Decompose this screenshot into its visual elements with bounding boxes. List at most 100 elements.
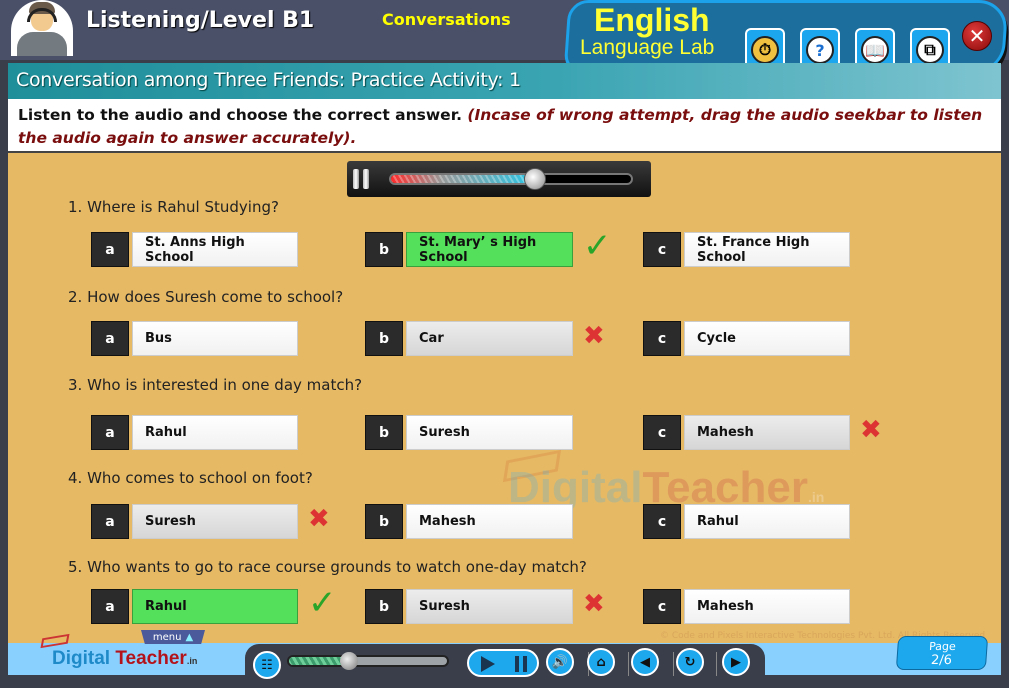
lesson-progress-handle[interactable] <box>339 652 358 670</box>
answer-option-b[interactable]: b Mahesh <box>365 504 573 539</box>
replay-icon: ↻ <box>684 654 696 670</box>
brand-english: English <box>594 2 710 38</box>
page-label: Page <box>928 640 957 653</box>
previous-button[interactable]: ◀ <box>631 648 659 676</box>
answer-option-a[interactable]: a St. Anns High School <box>91 232 298 267</box>
player-controls: ☷ 🔊 ⌂ ◀ ↻ ▶ <box>245 644 765 680</box>
close-button[interactable]: ✕ <box>962 21 992 51</box>
option-letter: c <box>643 321 681 356</box>
option-letter: b <box>365 232 403 267</box>
option-label: St. France High School <box>684 232 850 267</box>
audio-player <box>347 161 651 197</box>
close-icon: ✕ <box>968 24 986 48</box>
window-resize-icon: ⧉ <box>916 36 944 64</box>
option-letter: b <box>365 504 403 539</box>
answer-option-c[interactable]: c St. France High School <box>643 232 850 267</box>
book-icon: 📖 <box>861 36 889 64</box>
option-label: Rahul <box>132 589 298 624</box>
option-label: Rahul <box>684 504 850 539</box>
answer-option-b[interactable]: b St. Mary’ s High School <box>365 232 573 267</box>
home-icon: ⌂ <box>596 654 606 670</box>
pause-icon[interactable] <box>515 656 527 672</box>
menu-label: menu <box>152 631 182 643</box>
option-letter: c <box>643 589 681 624</box>
volume-button[interactable]: 🔊 <box>546 648 574 676</box>
correct-check-icon: ✓ <box>308 583 337 623</box>
instruction-text: Listen to the audio and choose the corre… <box>18 104 993 150</box>
audio-seek-handle[interactable] <box>524 168 546 190</box>
answer-option-b[interactable]: b Suresh <box>365 415 573 450</box>
next-icon: ▶ <box>731 654 741 670</box>
option-label: Mahesh <box>684 415 850 450</box>
option-label: Suresh <box>132 504 298 539</box>
question-text: 3. Who is interested in one day match? <box>68 376 363 394</box>
option-letter: c <box>643 232 681 267</box>
answer-option-a[interactable]: a Rahul <box>91 589 298 624</box>
option-label: Rahul <box>132 415 298 450</box>
answer-option-c[interactable]: c Mahesh <box>643 415 850 450</box>
next-button[interactable]: ▶ <box>722 648 750 676</box>
instruction-main: Listen to the audio and choose the corre… <box>18 106 468 124</box>
answer-option-a[interactable]: a Suresh <box>91 504 298 539</box>
option-label: Mahesh <box>684 589 850 624</box>
audio-pause-button[interactable] <box>353 169 371 189</box>
replay-button[interactable]: ↻ <box>676 648 704 676</box>
option-label: Suresh <box>406 415 573 450</box>
audio-seekbar[interactable] <box>389 173 633 185</box>
question-text: 2. How does Suresh come to school? <box>68 288 344 306</box>
option-label: St. Mary’ s High School <box>406 232 573 267</box>
option-letter: c <box>643 415 681 450</box>
question-text: 1. Where is Rahul Studying? <box>68 198 279 216</box>
option-letter: b <box>365 321 403 356</box>
activity-title-bar: Conversation among Three Friends: Practi… <box>8 63 1001 99</box>
answer-option-b[interactable]: b Car <box>365 321 573 356</box>
lesson-progress-fill <box>289 657 345 665</box>
option-letter: a <box>91 232 129 267</box>
option-label: Car <box>406 321 573 356</box>
option-letter: c <box>643 504 681 539</box>
page-number: 2/6 <box>930 653 953 668</box>
section-label: Conversations <box>382 10 511 29</box>
correct-check-icon: ✓ <box>583 226 612 266</box>
answer-option-a[interactable]: a Rahul <box>91 415 298 450</box>
option-letter: a <box>91 589 129 624</box>
option-letter: a <box>91 415 129 450</box>
wrong-cross-icon: ✖ <box>308 504 330 534</box>
lesson-progress-slider[interactable] <box>287 655 449 667</box>
wrong-cross-icon: ✖ <box>860 415 882 445</box>
option-letter: b <box>365 589 403 624</box>
brand-language-lab: Language Lab <box>580 36 715 59</box>
option-letter: b <box>365 415 403 450</box>
tree-icon: ☷ <box>261 657 273 673</box>
instruction-panel: Listen to the audio and choose the corre… <box>8 99 1001 153</box>
option-letter: a <box>91 321 129 356</box>
option-label: St. Anns High School <box>132 232 298 267</box>
play-pause-control <box>467 649 539 677</box>
chevron-up-icon: ▲ <box>185 631 194 643</box>
answer-option-b[interactable]: b Suresh <box>365 589 573 624</box>
help-icon: ? <box>806 36 834 64</box>
option-label: Mahesh <box>406 504 573 539</box>
activity-title: Conversation among Three Friends: Practi… <box>16 69 521 91</box>
play-icon[interactable] <box>481 656 495 672</box>
answer-option-c[interactable]: c Cycle <box>643 321 850 356</box>
table-of-contents-button[interactable]: ☷ <box>253 651 281 679</box>
wrong-cross-icon: ✖ <box>583 321 605 351</box>
quiz-area: DigitalTeacher.in 1. Where is Rahul Stud… <box>8 153 1001 643</box>
option-label: Bus <box>132 321 298 356</box>
answer-option-c[interactable]: c Mahesh <box>643 589 850 624</box>
page-indicator: Page 2/6 <box>895 636 989 670</box>
question-text: 4. Who comes to school on foot? <box>68 469 313 487</box>
audio-progress-fill <box>391 175 535 183</box>
history-icon: ⏱ <box>751 36 779 64</box>
menu-button[interactable]: menu ▲ <box>141 630 205 644</box>
option-letter: a <box>91 504 129 539</box>
answer-option-a[interactable]: a Bus <box>91 321 298 356</box>
option-label: Cycle <box>684 321 850 356</box>
wrong-cross-icon: ✖ <box>583 589 605 619</box>
listener-avatar <box>11 0 73 56</box>
level-title: Listening/Level B1 <box>86 8 315 33</box>
home-button[interactable]: ⌂ <box>587 648 615 676</box>
volume-icon: 🔊 <box>551 654 569 670</box>
answer-option-c[interactable]: c Rahul <box>643 504 850 539</box>
